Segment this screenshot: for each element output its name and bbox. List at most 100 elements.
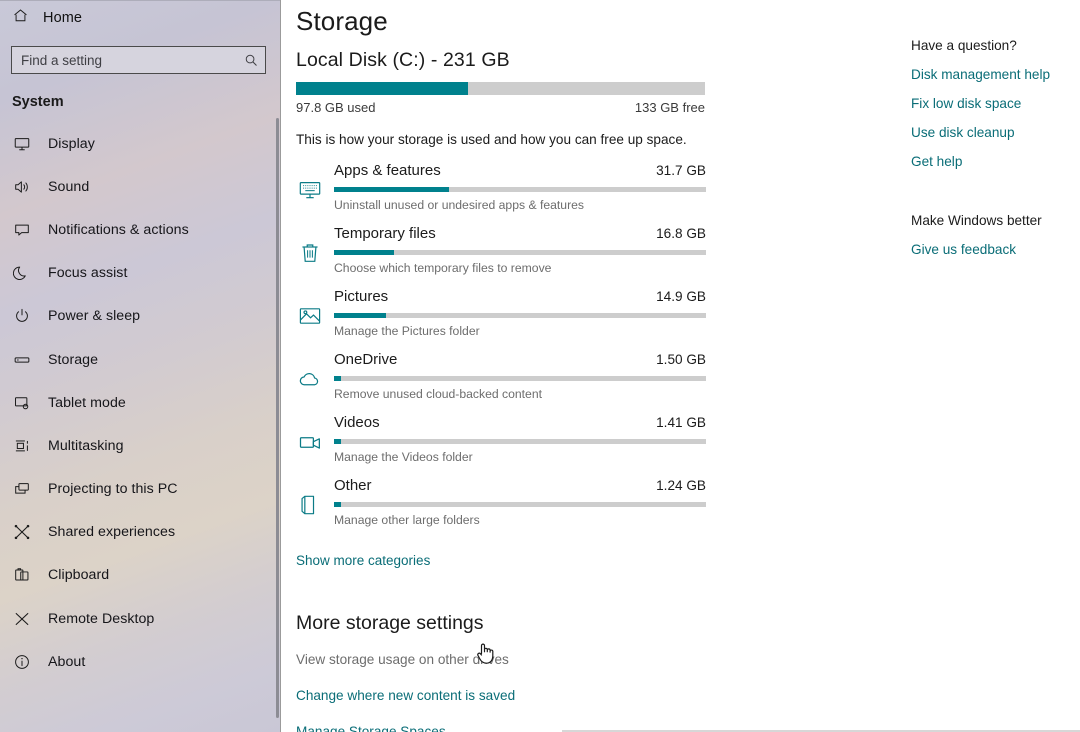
disk-used-label: 97.8 GB used	[296, 100, 376, 115]
manage-storage-spaces-link[interactable]: Manage Storage Spaces	[296, 724, 446, 732]
sidebar-top-divider	[0, 0, 280, 1]
storage-category-bar-fill	[334, 439, 342, 444]
trash-icon	[296, 239, 324, 267]
navigation-sidebar: Home System Display	[0, 0, 281, 732]
make-windows-better-heading: Make Windows better	[911, 213, 1042, 228]
storage-category-size: 14.9 GB	[656, 289, 706, 304]
storage-category-bar	[334, 502, 706, 507]
sidebar-item-label: Sound	[48, 178, 90, 195]
storage-category-name: Videos	[334, 414, 380, 431]
storage-category-head: Temporary files 16.8 GB	[334, 225, 706, 245]
storage-intro-text: This is how your storage is used and how…	[296, 132, 687, 147]
give-us-feedback-link[interactable]: Give us feedback	[911, 242, 1016, 257]
storage-category-description: Manage the Videos folder	[334, 450, 473, 464]
sidebar-item-label: Clipboard	[48, 567, 110, 584]
storage-category-row[interactable]: OneDrive 1.50 GB Remove unused cloud-bac…	[296, 351, 726, 414]
storage-category-row[interactable]: Videos 1.41 GB Manage the Videos folder	[296, 414, 726, 477]
sidebar-item-label: Remote Desktop	[48, 610, 155, 627]
disk-usage-bar-fill	[296, 82, 468, 95]
apps-features-icon	[296, 176, 324, 204]
search-container	[11, 46, 266, 74]
sidebar-item-notifications[interactable]: Notifications & actions	[0, 208, 280, 251]
remote-desktop-icon	[12, 609, 32, 629]
main-content: Storage Local Disk (C:) - 231 GB 97.8 GB…	[281, 0, 1080, 732]
sidebar-item-label: Projecting to this PC	[48, 481, 178, 498]
project-icon	[12, 479, 32, 499]
more-storage-settings-links: View storage usage on other drives Chang…	[296, 652, 726, 732]
sidebar-item-label: About	[48, 653, 86, 670]
sidebar-item-label: Storage	[48, 351, 99, 368]
storage-category-size: 1.24 GB	[656, 478, 706, 493]
sidebar-item-tablet-mode[interactable]: Tablet mode	[0, 381, 280, 424]
storage-category-row[interactable]: Other 1.24 GB Manage other large folders	[296, 477, 726, 540]
storage-category-name: Apps & features	[334, 162, 441, 179]
storage-category-name: Pictures	[334, 288, 389, 305]
sidebar-item-focus-assist[interactable]: Focus assist	[0, 252, 280, 295]
storage-category-head: OneDrive 1.50 GB	[334, 351, 706, 371]
storage-category-description: Uninstall unused or undesired apps & fea…	[334, 198, 584, 212]
sidebar-item-clipboard[interactable]: Clipboard	[0, 554, 280, 597]
sidebar-item-multitasking[interactable]: Multitasking	[0, 424, 280, 467]
have-a-question-heading: Have a question?	[911, 38, 1017, 53]
storage-category-head: Apps & features 31.7 GB	[334, 162, 706, 182]
sidebar-item-power-sleep[interactable]: Power & sleep	[0, 295, 280, 338]
settings-window: Home System Display	[0, 0, 1080, 732]
sidebar-item-about[interactable]: About	[0, 640, 280, 683]
disk-management-help-link[interactable]: Disk management help	[911, 67, 1050, 82]
disk-usage-bar	[296, 82, 705, 95]
clipboard-icon	[12, 565, 32, 585]
search-input[interactable]	[11, 46, 266, 74]
storage-category-head: Videos 1.41 GB	[334, 414, 706, 434]
sidebar-nav-list: Display Sound Notifications & actions Fo…	[0, 122, 280, 683]
storage-category-description: Manage the Pictures folder	[334, 324, 480, 338]
storage-category-head: Other 1.24 GB	[334, 477, 706, 497]
storage-category-bar	[334, 439, 706, 444]
sidebar-item-label: Multitasking	[48, 437, 124, 454]
storage-category-description: Remove unused cloud-backed content	[334, 387, 542, 401]
storage-panel: Storage Local Disk (C:) - 231 GB 97.8 GB…	[296, 0, 726, 732]
power-icon	[12, 306, 32, 326]
storage-category-head: Pictures 14.9 GB	[334, 288, 706, 308]
disk-free-label: 133 GB free	[634, 100, 705, 115]
sidebar-item-shared-experiences[interactable]: Shared experiences	[0, 511, 280, 554]
use-disk-cleanup-link[interactable]: Use disk cleanup	[911, 125, 1015, 140]
sidebar-item-storage[interactable]: Storage	[0, 338, 280, 381]
monitor-icon	[12, 134, 32, 154]
help-panel: Have a question? Disk management help Fi…	[911, 0, 1080, 257]
storage-category-row[interactable]: Pictures 14.9 GB Manage the Pictures fol…	[296, 288, 726, 351]
sidebar-scrollbar[interactable]	[276, 118, 279, 718]
show-more-categories-link[interactable]: Show more categories	[296, 553, 430, 568]
page-title: Storage	[296, 6, 388, 36]
storage-category-bar	[334, 187, 706, 192]
share-icon	[12, 522, 32, 542]
fix-low-disk-space-link[interactable]: Fix low disk space	[911, 96, 1021, 111]
sidebar-item-label: Notifications & actions	[48, 221, 189, 238]
notification-icon	[12, 220, 32, 240]
storage-category-description: Choose which temporary files to remove	[334, 261, 552, 275]
sidebar-item-label: Shared experiences	[48, 524, 176, 541]
sidebar-item-home[interactable]: Home	[0, 3, 280, 33]
storage-category-bar-fill	[334, 250, 394, 255]
storage-category-bar	[334, 250, 706, 255]
search-icon[interactable]	[241, 50, 261, 70]
view-storage-other-drives-link[interactable]: View storage usage on other drives	[296, 652, 509, 667]
storage-category-bar-fill	[334, 313, 387, 318]
sidebar-item-sound[interactable]: Sound	[0, 165, 280, 208]
storage-category-row[interactable]: Apps & features 31.7 GB Uninstall unused…	[296, 162, 726, 225]
picture-icon	[296, 302, 324, 330]
sidebar-item-remote-desktop[interactable]: Remote Desktop	[0, 597, 280, 640]
speaker-icon	[12, 177, 32, 197]
storage-category-name: OneDrive	[334, 351, 398, 368]
more-storage-settings-title: More storage settings	[296, 612, 484, 634]
storage-category-row[interactable]: Temporary files 16.8 GB Choose which tem…	[296, 225, 726, 288]
storage-category-size: 1.41 GB	[656, 415, 706, 430]
sidebar-item-label: Tablet mode	[48, 394, 126, 411]
info-icon	[12, 652, 32, 672]
change-new-content-location-link[interactable]: Change where new content is saved	[296, 688, 515, 703]
sidebar-item-display[interactable]: Display	[0, 122, 280, 165]
sidebar-item-projecting[interactable]: Projecting to this PC	[0, 468, 280, 511]
multitasking-icon	[12, 436, 32, 456]
tablet-icon	[12, 393, 32, 413]
get-help-link[interactable]: Get help	[911, 154, 962, 169]
moon-icon	[12, 263, 32, 283]
